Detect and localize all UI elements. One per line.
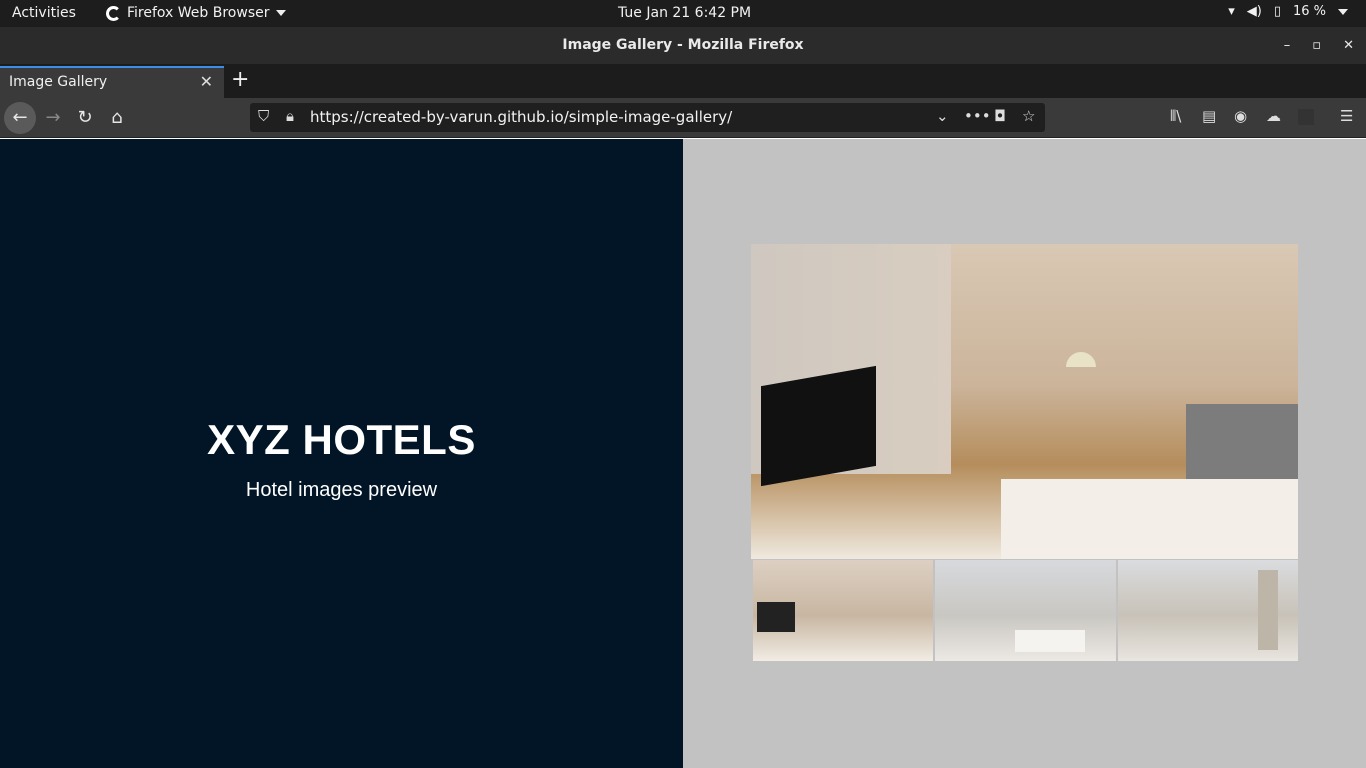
close-tab-icon[interactable]: ✕: [200, 72, 213, 91]
account-icon[interactable]: ◉: [1234, 107, 1247, 125]
menu-icon[interactable]: ☰: [1340, 107, 1353, 125]
tab-image-gallery[interactable]: Image Gallery ✕: [0, 66, 224, 98]
extension-icon[interactable]: ☁: [1266, 107, 1281, 125]
volume-icon: ◀): [1246, 4, 1262, 19]
sidebar-icon[interactable]: ▤: [1202, 107, 1216, 125]
window-title: Image Gallery - Mozilla Firefox: [562, 37, 804, 53]
gallery-panel: [683, 139, 1366, 768]
home-button[interactable]: ⌂: [101, 102, 133, 134]
pocket-icon[interactable]: ◘: [994, 107, 1006, 125]
back-button[interactable]: ←: [4, 102, 36, 134]
page-title: XYZ HOTELS: [207, 416, 476, 463]
app-menu-label: Firefox Web Browser: [127, 5, 270, 21]
page-content: XYZ HOTELS Hotel images preview: [0, 139, 1366, 768]
page-actions-icon[interactable]: •••: [964, 107, 991, 125]
extension-cat-icon[interactable]: [1298, 109, 1314, 125]
thumbnail-strip: [753, 560, 1298, 661]
battery-icon: ▯: [1273, 4, 1281, 19]
new-tab-button[interactable]: +: [231, 67, 249, 92]
clock[interactable]: Tue Jan 21 6:42 PM: [618, 5, 751, 21]
lock-icon[interactable]: 🔒︎: [286, 107, 294, 125]
shield-icon[interactable]: ⛉: [258, 107, 269, 125]
url-text[interactable]: https://created-by-varun.github.io/simpl…: [310, 108, 732, 126]
chevron-down-icon[interactable]: ⌄: [936, 107, 949, 125]
navigation-bar: ← → ↻ ⌂ ⛉ 🔒︎ https://created-by-varun.gi…: [0, 98, 1366, 138]
thumbnail-1[interactable]: [753, 560, 934, 661]
thumbnail-2[interactable]: [935, 560, 1116, 661]
library-icon[interactable]: ⫴\: [1170, 107, 1181, 125]
thumbnail-3[interactable]: [1117, 560, 1298, 661]
main-preview-image: [751, 244, 1298, 559]
activities-button[interactable]: Activities: [12, 5, 76, 21]
system-top-bar: Activities Firefox Web Browser Tue Jan 2…: [0, 0, 1366, 27]
window-title-bar: Image Gallery - Mozilla Firefox – ▫ ✕: [0, 27, 1366, 64]
tab-label: Image Gallery: [9, 74, 108, 90]
forward-button[interactable]: →: [37, 102, 69, 134]
system-tray[interactable]: ▾ ◀) ▯ 16 %: [1228, 4, 1348, 19]
bookmark-star-icon[interactable]: ☆: [1022, 107, 1035, 125]
tv-illustration: [761, 365, 876, 487]
maximize-button[interactable]: ▫: [1312, 27, 1321, 64]
close-window-button[interactable]: ✕: [1343, 27, 1354, 64]
minimize-button[interactable]: –: [1284, 27, 1291, 64]
url-bar[interactable]: ⛉ 🔒︎ https://created-by-varun.github.io/…: [250, 103, 1045, 132]
app-menu[interactable]: Firefox Web Browser: [106, 5, 286, 21]
wifi-icon: ▾: [1228, 4, 1235, 19]
chevron-down-icon: [1338, 8, 1348, 15]
firefox-icon: [106, 5, 121, 21]
chevron-down-icon: [275, 10, 286, 16]
reload-button[interactable]: ↻: [69, 102, 101, 134]
battery-percent: 16 %: [1292, 4, 1326, 19]
tab-strip: Image Gallery ✕ +: [0, 64, 1366, 98]
intro-panel: XYZ HOTELS Hotel images preview: [0, 139, 683, 768]
page-subtitle: Hotel images preview: [245, 479, 438, 501]
